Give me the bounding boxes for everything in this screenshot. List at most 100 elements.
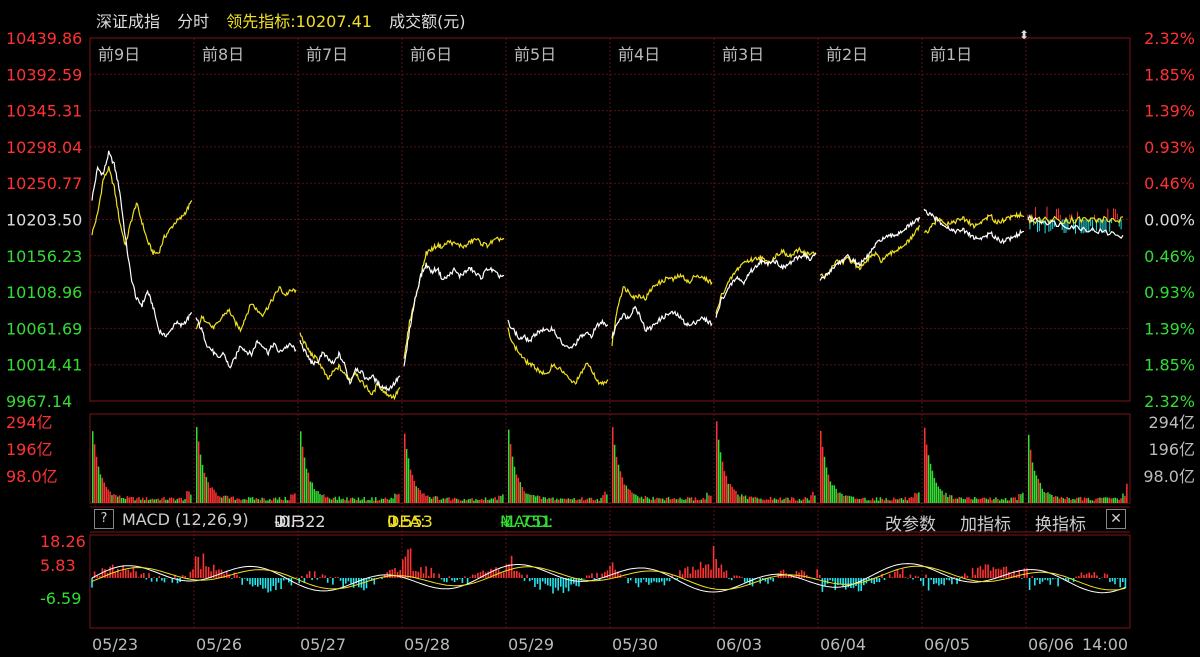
volume-bar xyxy=(432,496,435,503)
volume-bar xyxy=(958,497,961,503)
volume-bar xyxy=(812,491,814,503)
volume-bar xyxy=(332,497,335,503)
switch-indicator-button[interactable]: 换指标 xyxy=(1035,510,1086,535)
volume-bar xyxy=(1016,500,1018,503)
volume-bar xyxy=(363,497,365,503)
volume-bar xyxy=(115,495,117,503)
stock-chart[interactable]: 10439.86 10392.59 10345.31 10298.04 10250.77… xyxy=(0,0,1200,657)
volume-bar xyxy=(579,499,581,503)
volume-bar xyxy=(612,427,614,503)
volume-bar xyxy=(438,500,441,503)
volume-bar xyxy=(103,482,105,503)
volume-bar xyxy=(862,497,864,503)
volume-bar xyxy=(968,497,970,503)
price-tick-label: 10108.96 xyxy=(6,283,82,302)
volume-bar xyxy=(602,495,604,503)
volume-bar xyxy=(873,500,876,503)
volume-bar xyxy=(93,444,96,503)
volume-bar xyxy=(415,486,417,503)
volume-bar xyxy=(274,497,277,503)
date-label: 05/28 xyxy=(404,635,450,654)
volume-bar xyxy=(172,498,175,503)
volume-bar xyxy=(178,497,180,503)
volume-bar xyxy=(804,497,806,503)
volume-bar xyxy=(554,500,556,503)
volume-bar xyxy=(355,500,358,503)
volume-bar xyxy=(525,493,527,503)
macd-title[interactable]: MACD (12,26,9) xyxy=(122,510,249,529)
change-params-button[interactable]: 改参数 xyxy=(885,510,936,535)
percent-tick-label: 0.93% xyxy=(1144,283,1195,302)
volume-bar xyxy=(109,491,111,503)
volume-bar xyxy=(130,497,132,503)
volume-bar xyxy=(600,497,602,503)
volume-bar xyxy=(301,446,304,503)
volume-bar xyxy=(1045,493,1047,503)
volume-bar xyxy=(567,498,570,503)
volume-bar xyxy=(993,499,995,503)
volume-bar xyxy=(1072,499,1074,503)
volume-bar xyxy=(234,499,236,503)
volume-bar xyxy=(658,498,660,503)
day-label: 前8日 xyxy=(202,45,244,64)
period-label[interactable]: 分时 xyxy=(177,12,209,31)
volume-bar xyxy=(754,496,756,503)
close-icon[interactable]: ✕ xyxy=(1106,509,1126,529)
volume-bar xyxy=(939,488,941,503)
volume-bar xyxy=(1103,497,1105,503)
volume-bar xyxy=(1033,470,1036,503)
volume-bar xyxy=(648,498,650,503)
volume-bar xyxy=(344,500,346,503)
volume-bar xyxy=(949,494,951,503)
volume-bar xyxy=(246,499,248,503)
volume-bar xyxy=(382,498,385,503)
volume-bar xyxy=(1085,498,1088,503)
volume-bar xyxy=(896,499,899,503)
volume-bar xyxy=(615,456,618,503)
volume-bar xyxy=(850,496,853,503)
volume-bar xyxy=(829,481,832,503)
volume-bar xyxy=(960,497,962,503)
volume-bar xyxy=(201,464,204,503)
volume-bar xyxy=(702,498,704,503)
volume-bar xyxy=(521,487,523,503)
help-button[interactable]: ? xyxy=(94,509,114,529)
volume-bar xyxy=(617,464,620,503)
volume-bar xyxy=(159,500,161,503)
volume-bar xyxy=(242,499,244,503)
macd-toolbar: ? MACD (12,26,9) DIF: -0.322 ↓ DEA: 0.553 ↓ … xyxy=(90,508,1130,535)
volume-bar xyxy=(565,499,568,503)
volume-bar xyxy=(945,492,947,503)
volume-bar xyxy=(168,497,171,503)
volume-bar xyxy=(802,499,804,503)
volume-bar xyxy=(767,499,770,503)
volume-bar xyxy=(361,499,363,503)
index-name[interactable]: 深证成指 xyxy=(96,12,160,31)
volume-bar xyxy=(313,489,315,503)
volume-bar xyxy=(708,495,710,503)
volume-bar xyxy=(935,482,937,503)
add-indicator-button[interactable]: 加指标 xyxy=(960,510,1011,535)
volume-bar xyxy=(165,499,167,503)
volume-bar xyxy=(396,494,398,503)
volume-bar xyxy=(669,499,672,503)
volume-bar xyxy=(176,498,179,503)
volume-bar xyxy=(652,496,654,503)
volume-bar xyxy=(475,499,477,503)
volume-bar xyxy=(1012,497,1014,503)
drag-handle-icon[interactable]: ⬍ xyxy=(1019,28,1029,42)
volume-bar xyxy=(292,494,294,503)
volume-bar xyxy=(517,477,520,503)
percent-tick-label: 1.39% xyxy=(1144,319,1195,338)
macd-tick-label: -6.59 xyxy=(40,589,81,608)
volume-bar xyxy=(721,461,724,503)
volume-bar xyxy=(259,500,261,503)
volume-bar xyxy=(845,495,847,503)
volume-bar xyxy=(463,498,466,503)
volume-bar xyxy=(124,498,127,503)
volume-bar xyxy=(900,498,903,503)
volume-bar xyxy=(359,500,362,503)
volume-bar xyxy=(405,449,408,503)
volume-bar xyxy=(846,495,849,503)
volume-bar xyxy=(167,499,169,503)
